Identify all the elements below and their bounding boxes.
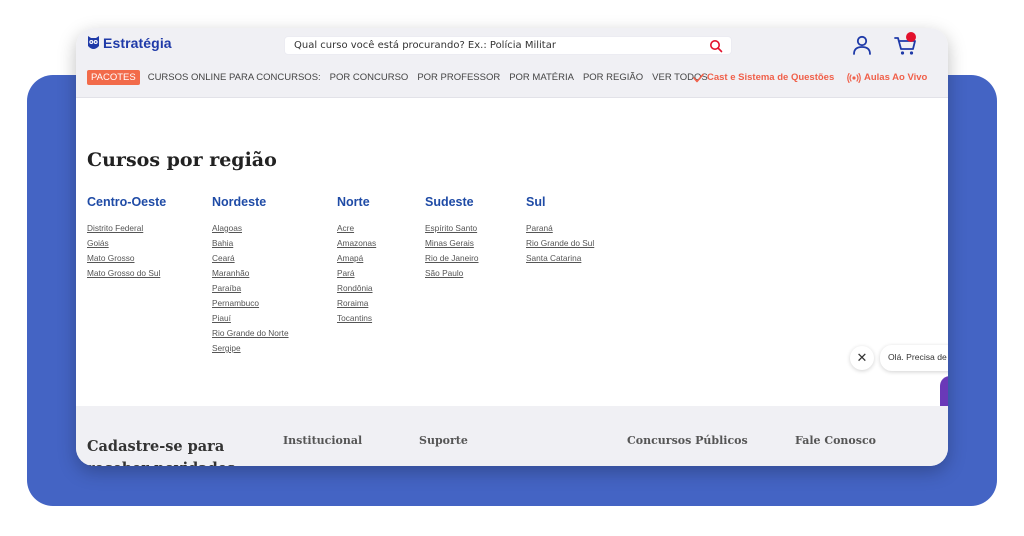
state-list: Paraná Rio Grande do Sul Santa Catarina: [526, 223, 594, 268]
search-input[interactable]: [285, 37, 705, 54]
footer-suporte: Suporte: [419, 434, 468, 447]
footer-institucional: Institucional: [283, 434, 363, 447]
state-link[interactable]: Alagoas: [212, 223, 289, 238]
nav-por-materia[interactable]: POR MATÉRIA: [509, 72, 574, 83]
region-norte: Norte Acre Amazonas Amapá Pará Rondônia …: [337, 195, 376, 328]
logo-text: Estratégia: [103, 35, 172, 51]
main-nav: PACOTES CURSOS ONLINE PARA CONCURSOS: PO…: [87, 69, 717, 86]
state-link[interactable]: Santa Catarina: [526, 253, 594, 268]
nav-aulas-link[interactable]: Aulas Ao Vivo: [847, 69, 927, 86]
state-list: Acre Amazonas Amapá Pará Rondônia Roraim…: [337, 223, 376, 328]
state-link[interactable]: Tocantins: [337, 313, 376, 328]
state-link[interactable]: Acre: [337, 223, 376, 238]
state-link[interactable]: Pernambuco: [212, 298, 289, 313]
state-link[interactable]: Minas Gerais: [425, 238, 479, 253]
search-icon[interactable]: [709, 39, 723, 53]
region-nordeste: Nordeste Alagoas Bahia Ceará Maranhão Pa…: [212, 195, 289, 358]
state-link[interactable]: Rio Grande do Norte: [212, 328, 289, 343]
chat-bubble[interactable]: Olá. Precisa de: [880, 345, 948, 371]
cart-notification-badge: [906, 32, 916, 42]
chat-close-button[interactable]: ✕: [850, 346, 874, 370]
nav-aulas-label: Aulas Ao Vivo: [864, 72, 928, 83]
close-icon: ✕: [856, 350, 868, 365]
region-sul: Sul Paraná Rio Grande do Sul Santa Catar…: [526, 195, 594, 268]
logo[interactable]: Estratégia: [87, 34, 172, 52]
state-link[interactable]: Paraíba: [212, 283, 289, 298]
state-link[interactable]: Roraima: [337, 298, 376, 313]
state-link[interactable]: Distrito Federal: [87, 223, 166, 238]
site-header: Estratégia PACOTES CURSOS ONLINE PARA CO…: [76, 28, 948, 98]
state-link[interactable]: Bahia: [212, 238, 289, 253]
nav-cast-label: Cast e Sistema de Questões: [707, 72, 835, 83]
state-link[interactable]: Rondônia: [337, 283, 376, 298]
state-link[interactable]: Goiás: [87, 238, 166, 253]
footer-concursos: Concursos Públicos: [627, 434, 748, 447]
state-link[interactable]: Espírito Santo: [425, 223, 479, 238]
nav-pacotes[interactable]: PACOTES: [87, 70, 140, 85]
state-link[interactable]: Amazonas: [337, 238, 376, 253]
nav-por-concurso[interactable]: POR CONCURSO: [330, 72, 409, 83]
state-link[interactable]: Mato Grosso: [87, 253, 166, 268]
search-bar: [284, 36, 732, 55]
browser-window: Estratégia PACOTES CURSOS ONLINE PARA CO…: [76, 28, 948, 466]
user-icon[interactable]: [851, 34, 873, 56]
region-title[interactable]: Sudeste: [425, 195, 479, 209]
footer-fale-conosco: Fale Conosco: [795, 434, 876, 447]
page-title: Cursos por região: [87, 149, 277, 171]
region-title[interactable]: Norte: [337, 195, 376, 209]
nav-por-regiao[interactable]: POR REGIÃO: [583, 72, 643, 83]
state-link[interactable]: Mato Grosso do Sul: [87, 268, 166, 283]
region-title[interactable]: Nordeste: [212, 195, 289, 209]
state-link[interactable]: Paraná: [526, 223, 594, 238]
footer-signup-heading: Cadastre-se para receber novidades: [87, 438, 235, 466]
check-icon: [693, 73, 704, 82]
region-title[interactable]: Centro-Oeste: [87, 195, 166, 209]
owl-logo-icon: [88, 36, 99, 49]
region-title[interactable]: Sul: [526, 195, 594, 209]
state-list: Espírito Santo Minas Gerais Rio de Janei…: [425, 223, 479, 283]
state-link[interactable]: Amapá: [337, 253, 376, 268]
state-list: Distrito Federal Goiás Mato Grosso Mato …: [87, 223, 166, 283]
nav-por-professor[interactable]: POR PROFESSOR: [417, 72, 500, 83]
live-broadcast-icon: [847, 72, 861, 83]
state-link[interactable]: São Paulo: [425, 268, 479, 283]
state-link[interactable]: Sergipe: [212, 343, 289, 358]
nav-cursos-online: CURSOS ONLINE PARA CONCURSOS:: [147, 72, 321, 83]
region-centro-oeste: Centro-Oeste Distrito Federal Goiás Mato…: [87, 195, 166, 283]
site-footer: Cadastre-se para receber novidades Insti…: [76, 406, 948, 466]
state-list: Alagoas Bahia Ceará Maranhão Paraíba Per…: [212, 223, 289, 358]
state-link[interactable]: Piauí: [212, 313, 289, 328]
state-link[interactable]: Maranhão: [212, 268, 289, 283]
state-link[interactable]: Rio Grande do Sul: [526, 238, 594, 253]
nav-cast-link[interactable]: Cast e Sistema de Questões: [693, 69, 834, 86]
state-link[interactable]: Ceará: [212, 253, 289, 268]
state-link[interactable]: Pará: [337, 268, 376, 283]
region-sudeste: Sudeste Espírito Santo Minas Gerais Rio …: [425, 195, 479, 283]
state-link[interactable]: Rio de Janeiro: [425, 253, 479, 268]
